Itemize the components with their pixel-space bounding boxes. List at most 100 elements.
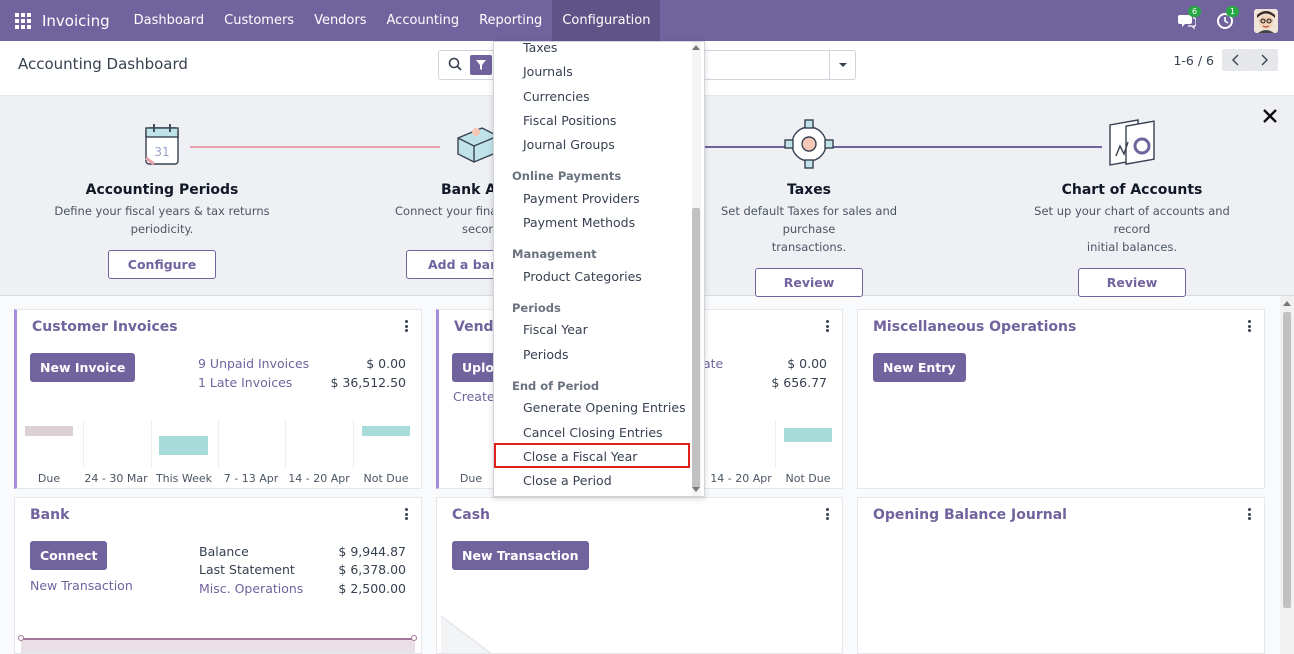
review-taxes-button[interactable]: Review: [755, 268, 863, 297]
menu-header-management: Management: [512, 247, 597, 261]
new-transaction-button[interactable]: New Transaction: [452, 541, 589, 570]
configure-button[interactable]: Configure: [108, 250, 216, 279]
unpaid-invoices-value: $ 0.00: [366, 356, 406, 371]
step-title: Taxes: [786, 182, 832, 198]
pager-previous-button[interactable]: [1222, 49, 1250, 71]
graph-label: Due: [37, 472, 61, 485]
graph-label: Not Due: [785, 472, 831, 485]
graph-label: 14 - 20 Apr: [710, 472, 772, 485]
scroll-up-icon[interactable]: [692, 44, 700, 50]
misc-operations-value: $ 2,500.00: [338, 581, 406, 596]
filter-facet-icon[interactable]: [470, 55, 492, 75]
late-invoices-value: $ 36,512.50: [330, 375, 406, 390]
nav-configuration[interactable]: Configuration: [552, 0, 661, 41]
menu-item-payment-providers[interactable]: Payment Providers: [523, 191, 640, 206]
activities-badge: 1: [1226, 5, 1240, 17]
kebab-menu-icon[interactable]: [826, 508, 830, 520]
menu-item-journal-groups[interactable]: Journal Groups: [523, 137, 615, 152]
menu-header-online-payments: Online Payments: [512, 169, 622, 183]
nav-reporting[interactable]: Reporting: [469, 0, 552, 41]
card-title[interactable]: Opening Balance Journal: [873, 507, 1067, 523]
balance-value: $ 9,944.87: [338, 544, 406, 559]
last-statement-label: Last Statement: [199, 562, 295, 577]
graph-bar-not-due[interactable]: [784, 428, 832, 442]
menu-item-payment-methods[interactable]: Payment Methods: [523, 215, 635, 230]
graph-bar-this-week[interactable]: [159, 436, 208, 455]
graph-bar-not-due[interactable]: [362, 426, 410, 436]
graph-label: 14 - 20 Apr: [288, 472, 350, 485]
menu-item-periods[interactable]: Periods: [523, 347, 569, 362]
svg-text:31: 31: [154, 145, 169, 159]
dropdown-scrollbar-thumb[interactable]: [692, 208, 700, 488]
bank-balance-graph[interactable]: [21, 638, 415, 653]
menu-item-currencies[interactable]: Currencies: [523, 89, 590, 104]
menu-header-end-of-period: End of Period: [512, 379, 600, 393]
menu-item-product-categories[interactable]: Product Categories: [523, 269, 642, 284]
graph-bar-due[interactable]: [25, 426, 73, 436]
customer-invoices-card: Customer Invoices New Invoice 9 Unpaid I…: [14, 309, 422, 489]
last-statement-value: $ 6,378.00: [338, 562, 406, 577]
graph-point: [411, 635, 417, 641]
user-avatar[interactable]: [1254, 8, 1278, 33]
graph-label: This Week: [155, 472, 213, 485]
create-manually-link[interactable]: Create: [453, 389, 495, 404]
vendor-value-1: $ 0.00: [787, 356, 827, 371]
graph-label: 7 - 13 Apr: [223, 472, 279, 485]
kebab-menu-icon[interactable]: [405, 320, 409, 332]
card-title[interactable]: Bank: [30, 507, 69, 523]
menu-item-cancel-closing-entries[interactable]: Cancel Closing Entries: [523, 425, 663, 440]
late-invoices-link[interactable]: 1 Late Invoices: [198, 375, 292, 390]
kebab-menu-icon[interactable]: [1248, 508, 1252, 520]
menu-item-journals[interactable]: Journals: [523, 64, 573, 79]
card-title[interactable]: Customer Invoices: [32, 319, 178, 335]
scroll-down-icon[interactable]: [692, 487, 700, 493]
step-title: Accounting Periods: [85, 182, 239, 198]
close-icon[interactable]: [1262, 108, 1278, 124]
graph-label: Not Due: [363, 472, 409, 485]
step-title: Chart of Accounts: [1061, 182, 1203, 198]
new-invoice-button[interactable]: New Invoice: [30, 353, 136, 382]
calendar-icon: 31: [134, 116, 190, 172]
connect-button[interactable]: Connect: [30, 541, 108, 570]
menu-item-close-period[interactable]: Close a Period: [523, 473, 612, 488]
misc-operations-link[interactable]: Misc. Operations: [199, 581, 303, 596]
menu-item-close-fiscal-year[interactable]: Close a Fiscal Year: [523, 449, 637, 464]
scroll-up-icon[interactable]: [1282, 299, 1292, 307]
search-options-toggle[interactable]: [829, 51, 855, 79]
card-title[interactable]: Cash: [452, 507, 490, 523]
unpaid-invoices-link[interactable]: 9 Unpaid Invoices: [198, 356, 309, 371]
nav-accounting[interactable]: Accounting: [377, 0, 470, 41]
taxes-gear-icon: [781, 116, 837, 172]
step-chart-of-accounts: Chart of Accounts Set up your chart of a…: [1016, 116, 1248, 297]
new-transaction-link[interactable]: New Transaction: [30, 578, 133, 593]
pager-next-button[interactable]: [1250, 49, 1278, 71]
nav-customers[interactable]: Customers: [214, 0, 304, 41]
late-bills-link[interactable]: ate: [703, 356, 723, 371]
apps-menu-icon[interactable]: [15, 12, 31, 29]
new-entry-button[interactable]: New Entry: [873, 353, 966, 382]
kebab-menu-icon[interactable]: [405, 508, 409, 520]
review-chart-of-accounts-button[interactable]: Review: [1078, 268, 1186, 297]
nav-vendors[interactable]: Vendors: [304, 0, 376, 41]
card-title[interactable]: Miscellaneous Operations: [873, 319, 1076, 335]
menu-item-taxes[interactable]: Taxes: [523, 42, 557, 55]
cash-graph[interactable]: [437, 608, 537, 654]
page-title: Accounting Dashboard: [18, 55, 188, 73]
nav-dashboard[interactable]: Dashboard: [124, 0, 215, 41]
kebab-menu-icon[interactable]: [826, 320, 830, 332]
app-brand[interactable]: Invoicing: [42, 12, 110, 30]
chart-of-accounts-icon: [1104, 116, 1160, 172]
page-scrollbar-thumb[interactable]: [1283, 312, 1291, 608]
pager-value: 1-6 / 6: [1173, 53, 1214, 68]
menu-item-fiscal-year[interactable]: Fiscal Year: [523, 322, 588, 337]
graph-point: [18, 635, 24, 641]
search-icon[interactable]: [448, 57, 462, 74]
menu-item-generate-opening-entries[interactable]: Generate Opening Entries: [523, 400, 686, 415]
kebab-menu-icon[interactable]: [1248, 320, 1252, 332]
step-taxes: Taxes Set default Taxes for sales and pu…: [704, 116, 914, 297]
messages-icon[interactable]: 6: [1178, 5, 1202, 30]
chevron-left-icon: [1232, 54, 1239, 66]
menu-item-fiscal-positions[interactable]: Fiscal Positions: [523, 113, 616, 128]
activities-clock-icon[interactable]: 1: [1216, 5, 1240, 30]
step-description: Set up your chart of accounts and record…: [1034, 204, 1230, 254]
